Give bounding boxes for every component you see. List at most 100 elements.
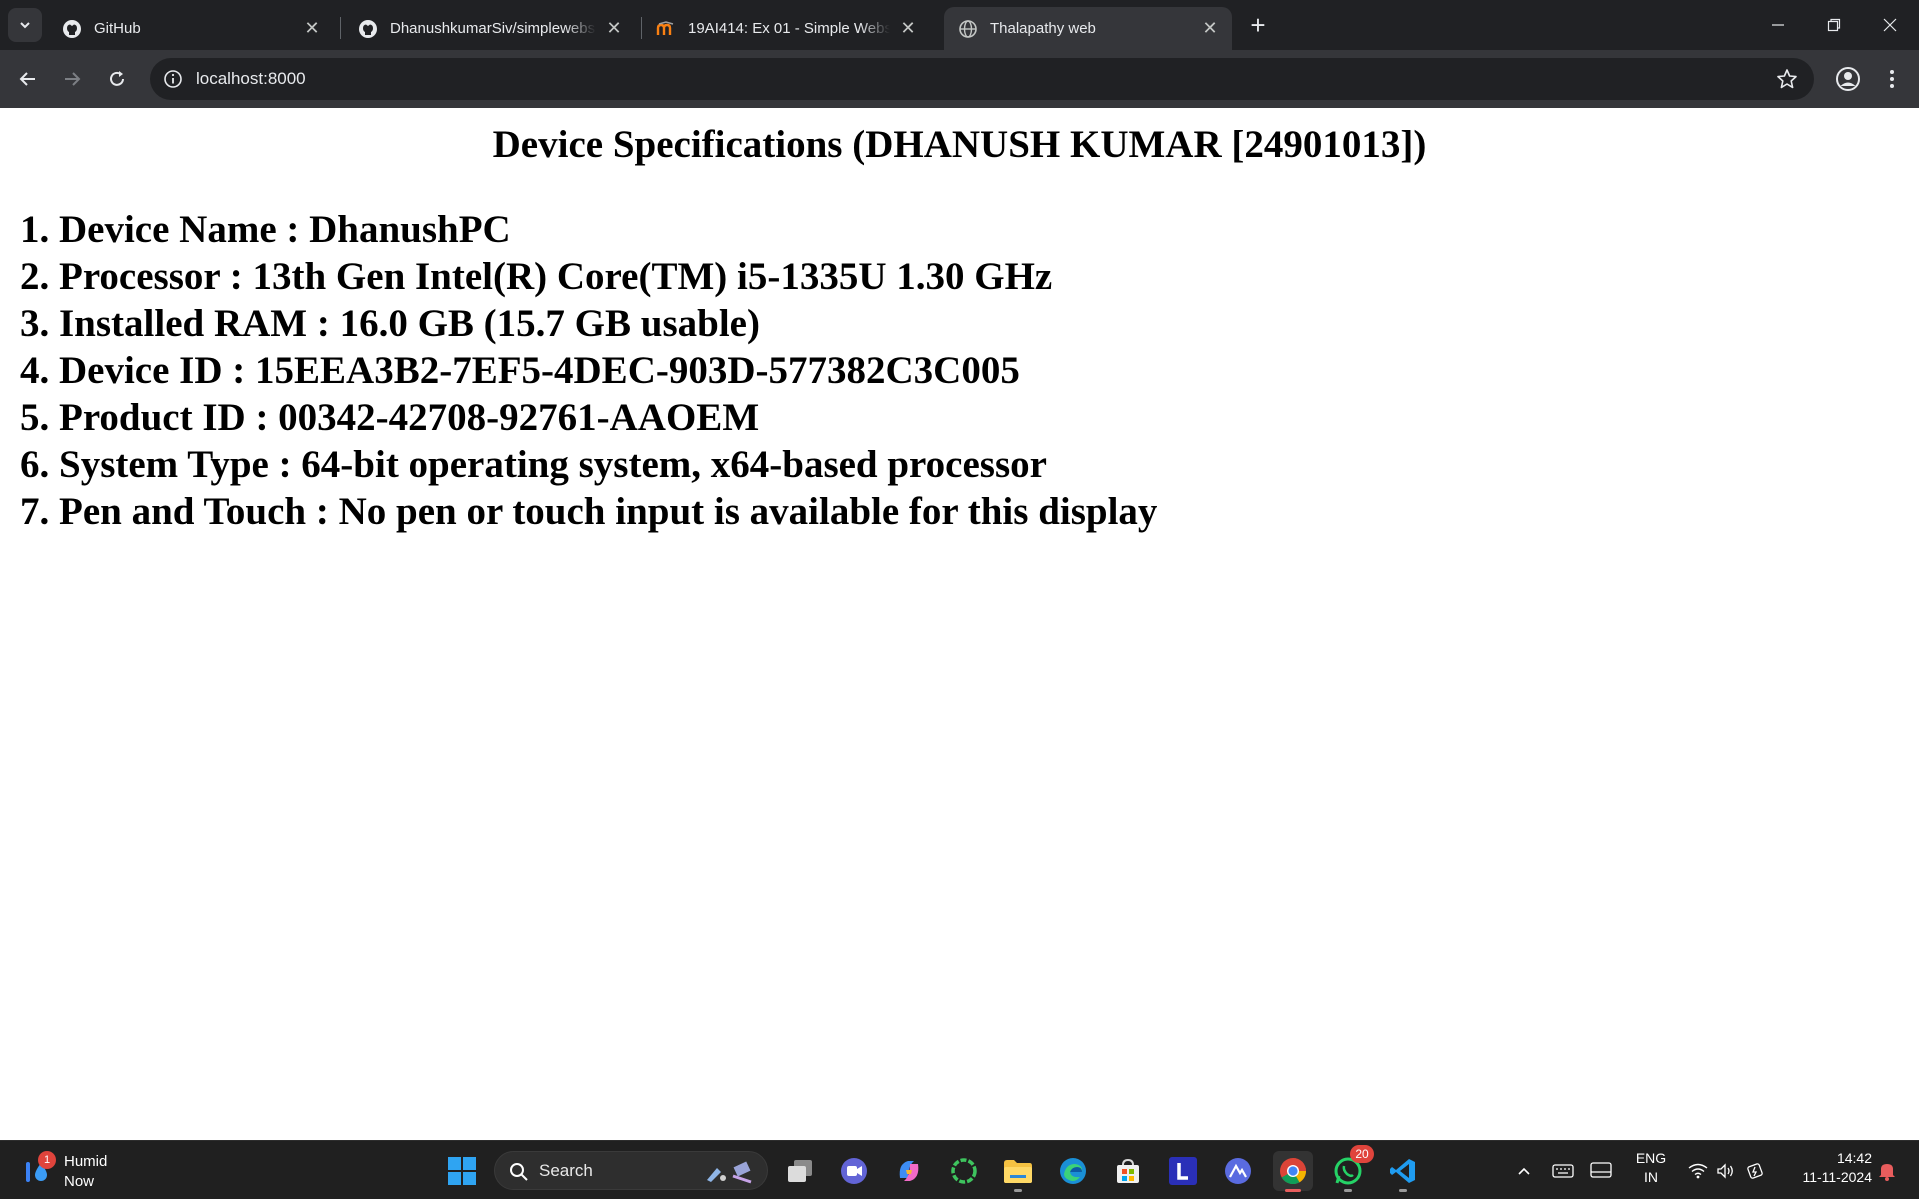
tab-thalapathy-web[interactable]: Thalapathy web ✕ [944,7,1232,50]
wifi-icon [1688,1163,1708,1179]
spec-product-id: 5. Product ID : 00342-42708-92761-AAOEM [20,396,760,439]
tab-moodle-exercise[interactable]: 19AI414: Ex 01 - Simple Webserver ✕ [642,7,930,50]
weather-widget[interactable]: 1 Humid Now [20,1151,120,1191]
address-bar[interactable]: localhost:8000 [150,58,1814,100]
new-tab-button[interactable]: + [1244,12,1272,40]
app-circle-button[interactable] [944,1151,984,1191]
whatsapp-unread-badge: 20 [1350,1145,1374,1163]
url-text[interactable]: localhost:8000 [196,69,306,89]
tab-separator [340,17,341,39]
restore-icon [1827,18,1841,32]
close-icon[interactable]: ✕ [896,17,920,41]
chrome-menu-button[interactable] [1874,61,1910,97]
forward-button[interactable] [54,61,90,97]
windows-taskbar: 1 Humid Now Search 20 ENG IN 14:42 11-11… [0,1140,1919,1199]
tab-title: DhanushkumarSiv/simplewebserver [390,20,596,37]
edge-button[interactable] [1053,1151,1093,1191]
spec-device-id: 4. Device ID : 15EEA3B2-7EF5-4DEC-903D-5… [20,349,1020,392]
restore-button[interactable] [1806,0,1862,50]
language-region: IN [1644,1169,1658,1185]
close-window-button[interactable] [1862,0,1918,50]
active-indicator [1285,1189,1301,1192]
wifi-status[interactable] [1686,1151,1710,1191]
tab-title: 19AI414: Ex 01 - Simple Webserver [688,20,890,37]
task-view-icon [788,1160,812,1182]
copilot-button[interactable] [889,1151,929,1191]
minimize-icon [1772,24,1784,26]
bookmark-star-icon[interactable] [1776,68,1798,90]
copilot-icon [899,1161,919,1181]
back-button[interactable] [10,61,46,97]
globe-icon [958,19,978,39]
github-icon [62,19,82,39]
taskbar-search-box[interactable]: Search [494,1151,768,1190]
spec-installed-ram: 3. Installed RAM : 16.0 GB (15.7 GB usab… [20,302,760,345]
vscode-button[interactable] [1383,1151,1423,1192]
arrow-left-icon [19,72,35,86]
bell-icon [1879,1164,1895,1181]
browser-tab-strip: GitHub ✕ DhanushkumarSiv/simplewebserver… [0,0,1919,50]
running-indicator [1399,1189,1407,1192]
weather-condition: Humid [64,1153,108,1170]
running-indicator [1344,1189,1352,1192]
tab-github[interactable]: GitHub ✕ [48,7,334,50]
reload-button[interactable] [99,61,135,97]
profile-button[interactable] [1830,61,1866,97]
tab-title: Thalapathy web [990,20,1096,37]
chevron-down-icon [20,22,30,29]
display-button[interactable] [1588,1151,1614,1191]
keyboard-icon [1552,1164,1574,1178]
store-bag-icon [1117,1158,1139,1183]
device-spec-list: 1. Device Name : DhanushPC 2. Processor … [20,206,1157,535]
task-view-button[interactable] [780,1151,820,1191]
notification-center-button[interactable] [1874,1151,1900,1191]
battery-charging-icon [1747,1163,1763,1179]
l-letter-app-icon [1169,1157,1197,1185]
close-icon [1883,18,1897,32]
close-icon[interactable]: ✕ [1198,17,1222,41]
spec-system-type: 6. System Type : 64-bit operating system… [20,443,1047,486]
volume-status[interactable] [1714,1151,1738,1191]
more-vertical-icon [1890,70,1894,88]
site-info-icon[interactable] [162,68,184,90]
language-indicator[interactable]: ENG IN [1626,1149,1676,1187]
language-code: ENG [1635,1150,1667,1166]
search-placeholder: Search [539,1161,593,1180]
chrome-button[interactable] [1273,1151,1313,1192]
teams-chat-button[interactable] [834,1151,874,1191]
l-app-button[interactable] [1163,1151,1203,1191]
system-clock[interactable]: 14:42 11-11-2024 [1780,1149,1872,1187]
clock-date: 11-11-2024 [1802,1169,1872,1185]
tab-simplewebserver-repo[interactable]: DhanushkumarSiv/simplewebserver ✕ [344,7,636,50]
spec-processor: 2. Processor : 13th Gen Intel(R) Core(TM… [20,255,1053,298]
arrow-right-icon [65,72,81,86]
spec-pen-and-touch: 7. Pen and Touch : No pen or touch input… [20,490,1158,533]
battery-status[interactable] [1744,1151,1768,1191]
page-title: Device Specifications (DHANUSH KUMAR [24… [492,123,1427,166]
close-icon[interactable]: ✕ [300,17,324,41]
video-chat-icon [841,1158,867,1184]
browser-toolbar: localhost:8000 [0,50,1919,108]
tab-search-button[interactable] [8,8,42,42]
close-icon[interactable]: ✕ [602,17,626,41]
chevron-up-icon [1518,1167,1530,1175]
touch-keyboard-button[interactable] [1550,1151,1576,1191]
weather-notification-badge: 1 [38,1151,56,1169]
github-icon [358,19,378,39]
minimize-button[interactable] [1750,0,1806,50]
search-icon [510,1163,528,1181]
web-page-content: Device Specifications (DHANUSH KUMAR [24… [0,108,1919,1140]
start-button[interactable] [442,1151,482,1191]
arc-app-button[interactable] [1218,1151,1258,1191]
profile-icon [1836,67,1860,91]
spec-device-name: 1. Device Name : DhanushPC [20,208,511,251]
whatsapp-button[interactable]: 20 [1328,1145,1374,1192]
edge-browser-icon [1060,1158,1086,1184]
reload-icon [110,71,124,86]
speaker-icon [1717,1163,1733,1179]
file-explorer-button[interactable] [998,1151,1038,1192]
clock-time: 14:42 [1836,1150,1872,1166]
show-hidden-icons-button[interactable] [1512,1151,1536,1191]
microsoft-store-button[interactable] [1108,1151,1148,1191]
windows-logo-icon [448,1157,476,1185]
